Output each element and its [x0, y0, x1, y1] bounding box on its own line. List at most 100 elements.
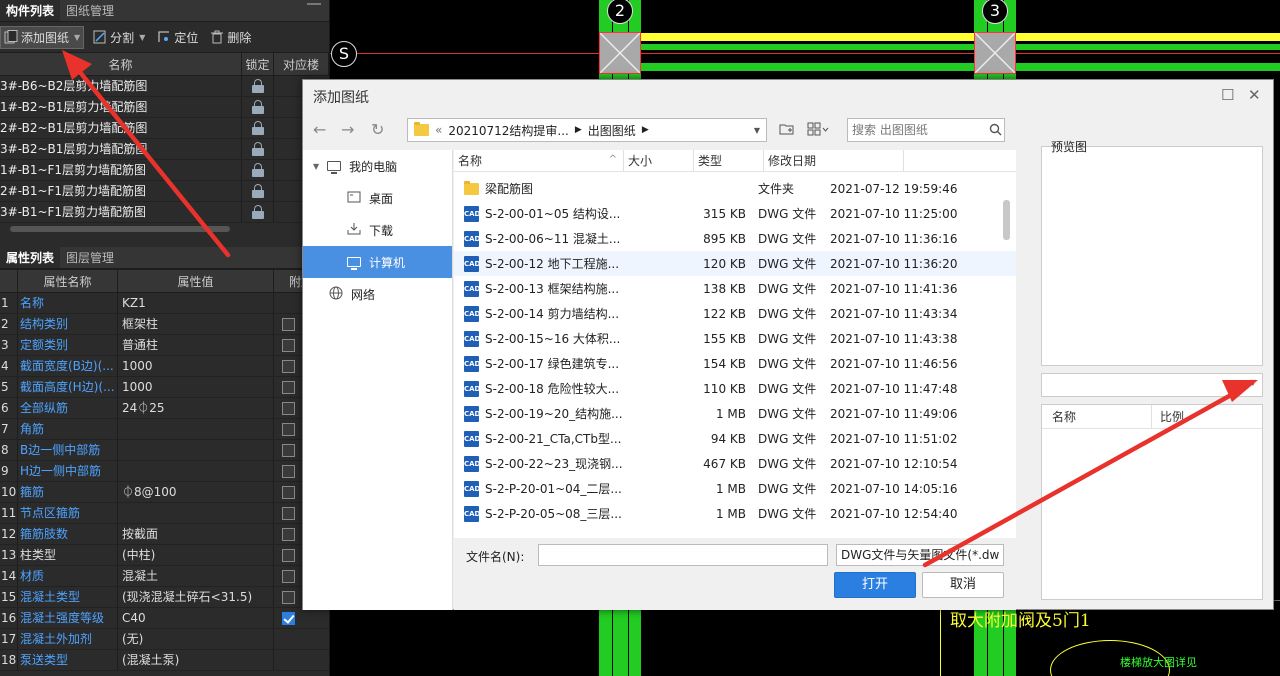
column-kz[interactable]: [974, 32, 1016, 74]
list-item[interactable]: CAD S-2-00-22~23_现浇钢... 467 KB DWG 文件 2021-0…: [454, 451, 1016, 476]
column-header-size[interactable]: 大小: [624, 150, 694, 171]
table-row[interactable]: 6 全部纵筋 24⏀25: [0, 398, 329, 419]
property-value[interactable]: C40: [118, 608, 274, 628]
vertical-scrollbar[interactable]: [1003, 200, 1010, 240]
list-item[interactable]: CAD S-2-00-19~20_结构施... 1 MB DWG 文件 2021-07-…: [454, 401, 1016, 426]
property-value[interactable]: 混凝土: [118, 566, 274, 586]
sidebar-item-downloads[interactable]: 下载: [303, 214, 452, 246]
table-row[interactable]: 4 截面宽度(B边)(... 1000: [0, 356, 329, 377]
cancel-button[interactable]: 取消: [922, 572, 1004, 598]
sidebar-item-my-pc[interactable]: ▼ 我的电脑: [303, 150, 452, 182]
lock-icon[interactable]: [251, 79, 264, 93]
address-bar[interactable]: « 20210712结构提审... ▶ 出图图纸 ▶ ▼: [407, 118, 767, 142]
column-header-name[interactable]: 名称 ^: [454, 150, 624, 171]
lock-cell[interactable]: [242, 202, 274, 222]
attach-checkbox[interactable]: [282, 338, 295, 352]
column-header-name[interactable]: 名称: [1042, 405, 1152, 428]
view-mode-icon[interactable]: [807, 122, 829, 140]
attach-checkbox[interactable]: [282, 506, 295, 520]
lock-cell[interactable]: [242, 76, 274, 96]
property-value[interactable]: 24⏀25: [118, 398, 274, 418]
forward-arrow-icon[interactable]: →: [341, 120, 354, 139]
table-row[interactable]: 18 泵送类型 (混凝土泵): [0, 650, 329, 671]
property-value[interactable]: [118, 440, 274, 460]
list-item[interactable]: CAD S-2-P-20-05~08_三层... 1 MB DWG 文件 2021-07…: [454, 501, 1016, 526]
attach-checkbox[interactable]: [282, 590, 295, 604]
lock-cell[interactable]: [242, 160, 274, 180]
list-item[interactable]: 梁配筋图 文件夹 2021-07-12 19:59:46: [454, 176, 1016, 201]
attach-checkbox[interactable]: [282, 527, 295, 541]
attach-checkbox[interactable]: [282, 359, 295, 373]
lock-cell[interactable]: [242, 118, 274, 138]
list-item[interactable]: CAD S-2-00-18 危险性较大... 110 KB DWG 文件 2021-07…: [454, 376, 1016, 401]
back-arrow-icon[interactable]: ←: [313, 120, 326, 139]
table-row[interactable]: 14 材质 混凝土: [0, 566, 329, 587]
dropdown-arrow-icon[interactable]: ▼: [74, 33, 80, 42]
attach-checkbox[interactable]: [282, 317, 295, 331]
scrollbar-thumb[interactable]: [10, 226, 230, 232]
table-row[interactable]: 1#-B2~B1层剪力墙配筋图: [0, 97, 329, 118]
delete-button[interactable]: 删除: [207, 27, 254, 48]
tab-property-list[interactable]: 属性列表: [0, 247, 61, 268]
property-value[interactable]: ⏀8@100: [118, 482, 274, 502]
lock-icon[interactable]: [251, 121, 264, 135]
property-value[interactable]: 按截面: [118, 524, 274, 544]
property-value[interactable]: (中柱): [118, 545, 274, 565]
list-item[interactable]: CAD S-2-00-01~05 结构设... 315 KB DWG 文件 2021-0…: [454, 201, 1016, 226]
property-value[interactable]: KZ1: [118, 293, 274, 313]
table-row[interactable]: 2#-B1~F1层剪力墙配筋图: [0, 181, 329, 202]
lock-cell[interactable]: [242, 97, 274, 117]
property-value[interactable]: 框架柱: [118, 314, 274, 334]
table-row[interactable]: 2 结构类别 框架柱: [0, 314, 329, 335]
table-row[interactable]: 8 B边一侧中部筋: [0, 440, 329, 461]
search-icon[interactable]: [989, 123, 1002, 140]
breadcrumb-item[interactable]: 20210712结构提审...: [448, 122, 569, 139]
filename-input[interactable]: [538, 544, 828, 566]
column-header-date[interactable]: 修改日期: [764, 150, 904, 171]
list-item[interactable]: CAD S-2-00-14 剪力墙结构... 122 KB DWG 文件 2021-07…: [454, 301, 1016, 326]
new-folder-icon[interactable]: [779, 122, 795, 140]
column-header-property-name[interactable]: 属性名称: [18, 270, 118, 292]
list-item[interactable]: CAD S-2-00-15~16 大体积... 155 KB DWG 文件 2021-0…: [454, 326, 1016, 351]
lock-cell[interactable]: [242, 181, 274, 201]
list-item[interactable]: CAD S-2-00-17 绿色建筑专... 154 KB DWG 文件 2021-07…: [454, 351, 1016, 376]
chevron-right-icon[interactable]: ▶: [575, 125, 582, 135]
attach-checkbox[interactable]: [282, 611, 295, 625]
lock-icon[interactable]: [251, 205, 264, 219]
lock-icon[interactable]: [251, 163, 264, 177]
table-row[interactable]: 12 箍筋肢数 按截面: [0, 524, 329, 545]
property-value[interactable]: (无): [118, 629, 274, 649]
chevron-right-icon[interactable]: ▶: [642, 125, 649, 135]
chevron-down-icon[interactable]: ▼: [313, 162, 319, 171]
maximize-icon[interactable]: ☐: [1221, 86, 1234, 104]
table-row[interactable]: 10 箍筋 ⏀8@100: [0, 482, 329, 503]
table-row[interactable]: 1#-B1~F1层剪力墙配筋图: [0, 160, 329, 181]
tab-component-list[interactable]: 构件列表: [0, 0, 61, 21]
table-row[interactable]: 1 名称 KZ1: [0, 293, 329, 314]
property-value[interactable]: [118, 461, 274, 481]
lock-cell[interactable]: [242, 139, 274, 159]
attach-checkbox[interactable]: [282, 380, 295, 394]
list-item[interactable]: CAD S-2-00-21_CTa,CTb型... 94 KB DWG 文件 2021-…: [454, 426, 1016, 451]
table-row[interactable]: 2#-B2~B1层剪力墙配筋图: [0, 118, 329, 139]
property-value[interactable]: (混凝土泵): [118, 650, 274, 670]
list-item[interactable]: CAD S-2-00-06~11 混凝土... 895 KB DWG 文件 2021-0…: [454, 226, 1016, 251]
column-header-name[interactable]: 名称: [0, 53, 242, 75]
add-drawing-button[interactable]: 添加图纸 ▼: [0, 25, 85, 49]
column-header-ratio[interactable]: 比例: [1152, 405, 1262, 428]
dropdown-arrow-icon[interactable]: ▼: [139, 33, 145, 42]
sidebar-item-network[interactable]: 网络: [303, 278, 452, 310]
column-header-type[interactable]: 类型: [694, 150, 764, 171]
attach-checkbox[interactable]: [282, 569, 295, 583]
filetype-select[interactable]: DWG文件与矢量图文件(*.dw: [836, 544, 1004, 566]
property-value[interactable]: 1000: [118, 356, 274, 376]
table-row[interactable]: 3 定额类别 普通柱: [0, 335, 329, 356]
horizontal-scrollbar[interactable]: [0, 223, 329, 235]
attach-checkbox[interactable]: [282, 443, 295, 457]
sidebar-item-desktop[interactable]: 桌面: [303, 182, 452, 214]
breadcrumb-item[interactable]: 出图图纸: [588, 122, 636, 139]
split-button[interactable]: 分割 ▼: [90, 27, 148, 48]
attach-checkbox[interactable]: [282, 548, 295, 562]
table-row[interactable]: 3#-B1~F1层剪力墙配筋图: [0, 202, 329, 223]
table-row[interactable]: 17 混凝土外加剂 (无): [0, 629, 329, 650]
